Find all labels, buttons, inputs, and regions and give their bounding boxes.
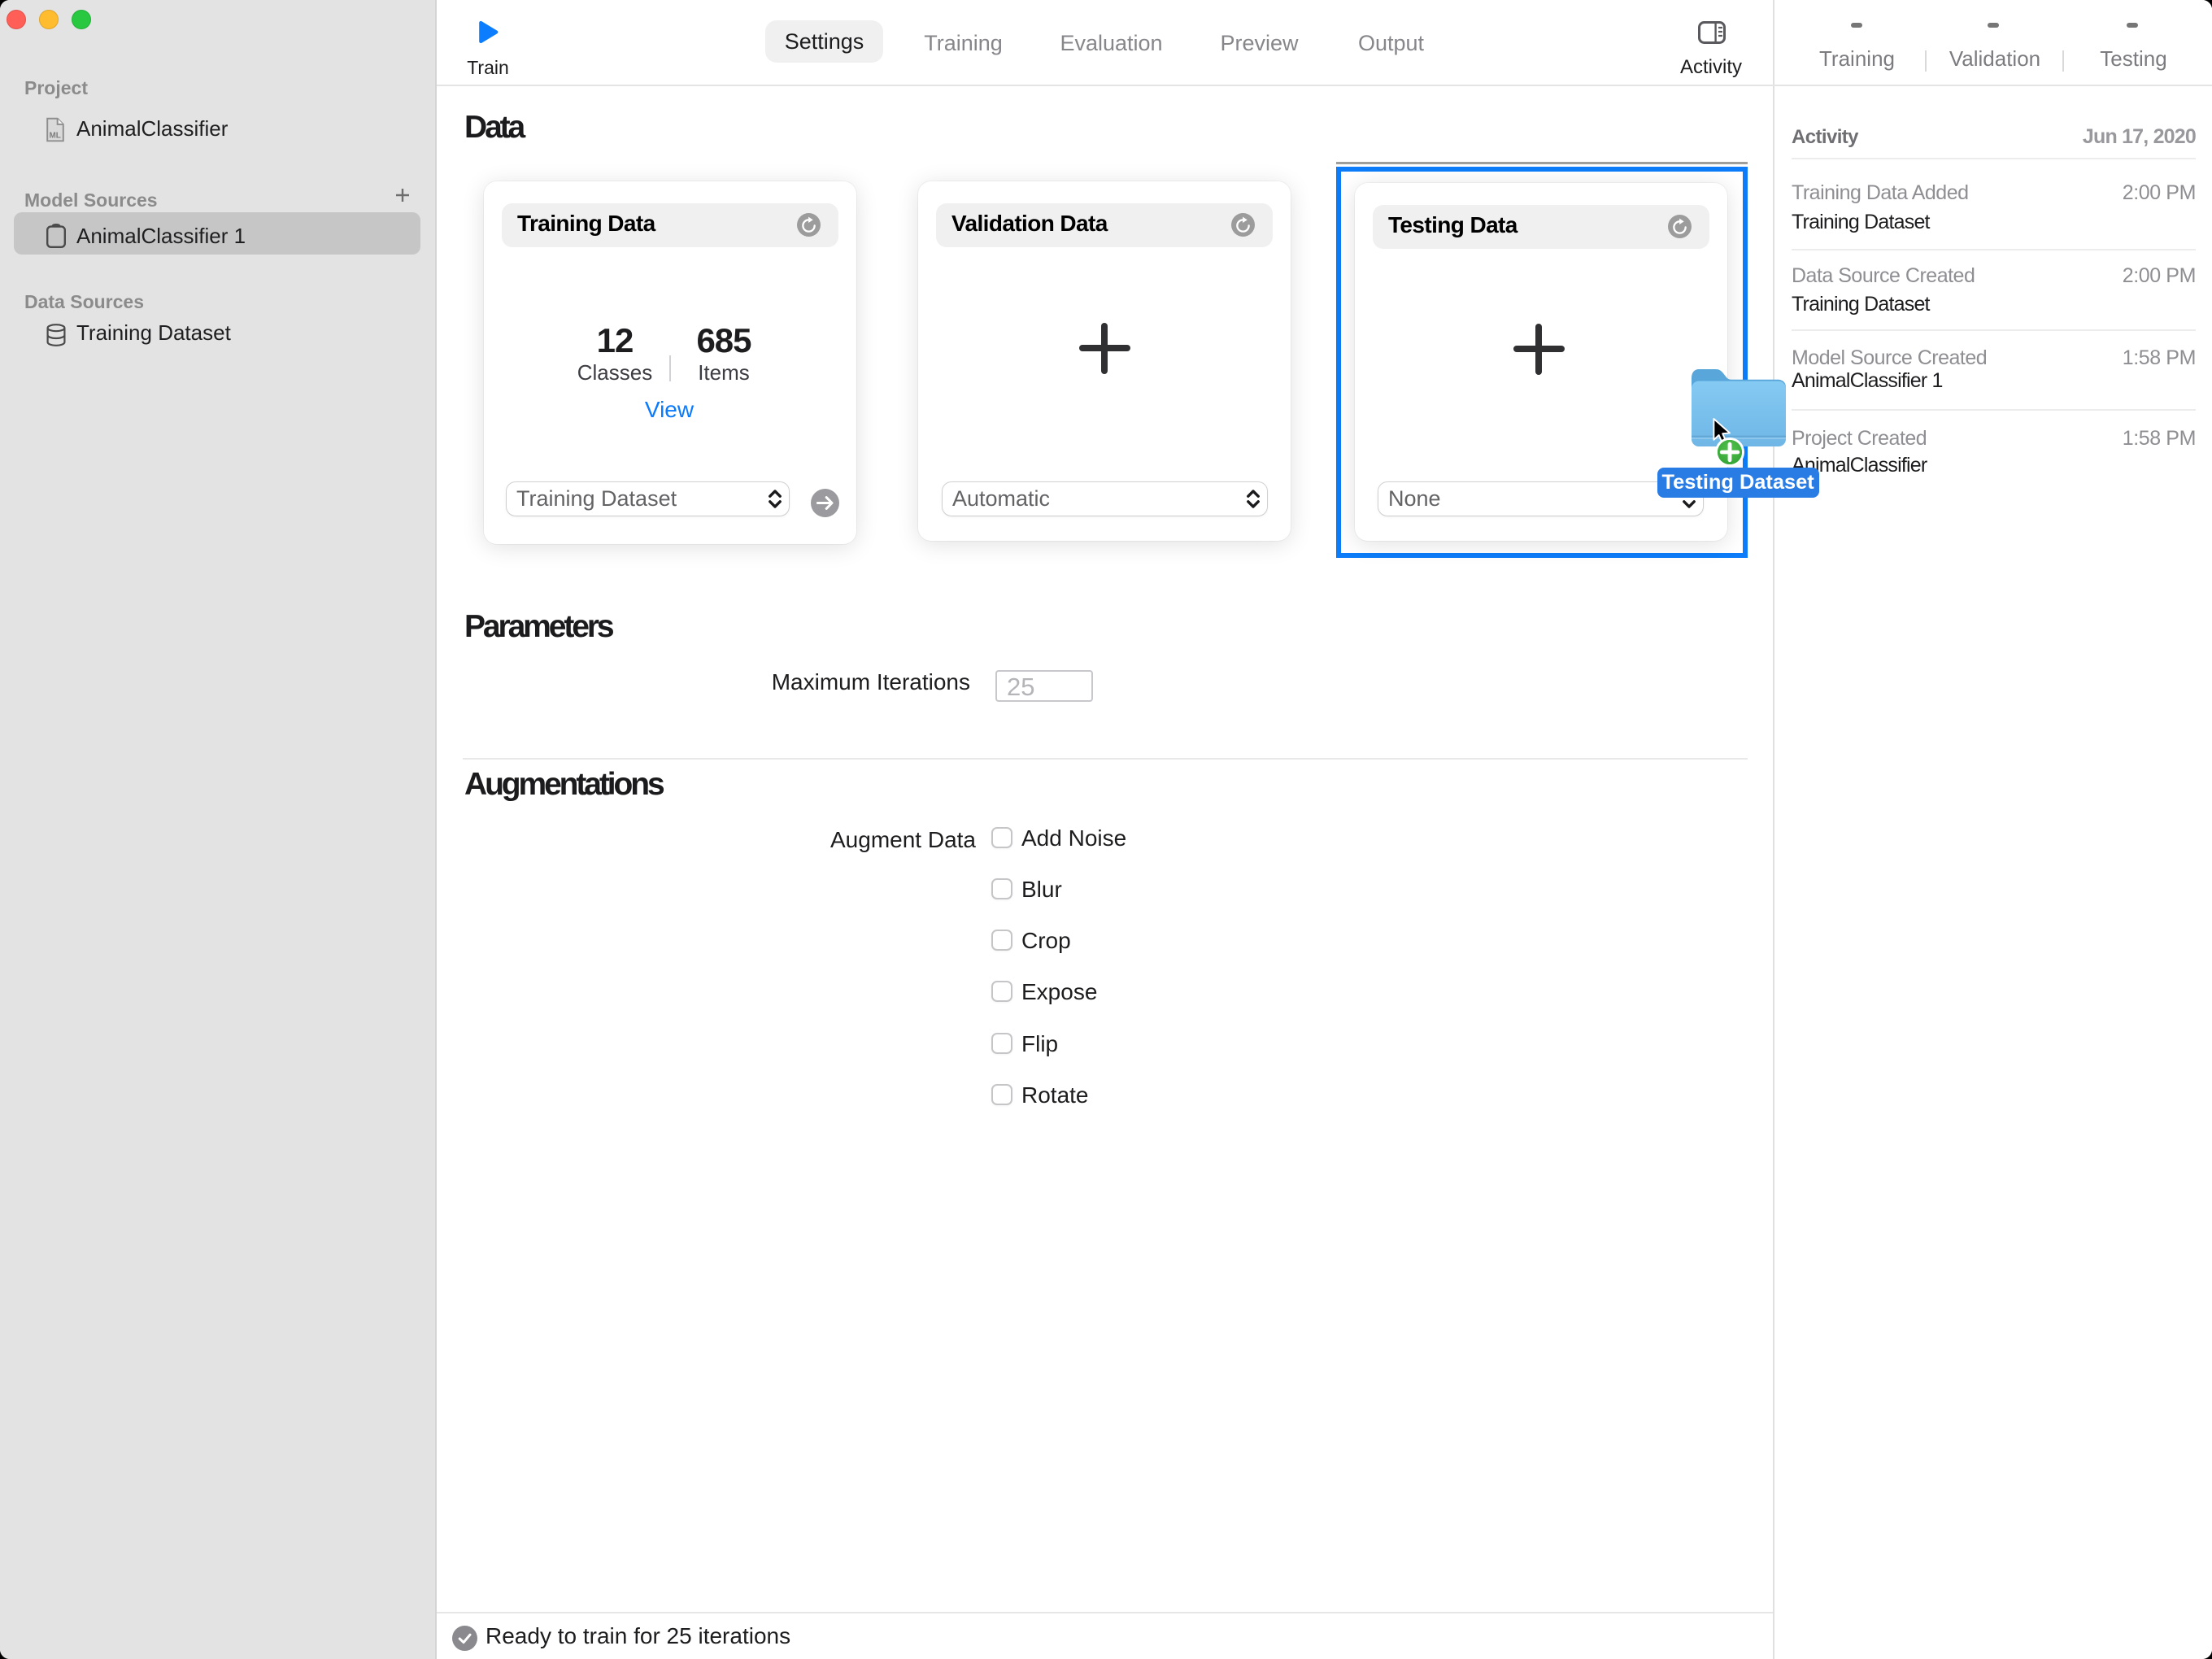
svg-text:ML: ML <box>49 132 60 141</box>
